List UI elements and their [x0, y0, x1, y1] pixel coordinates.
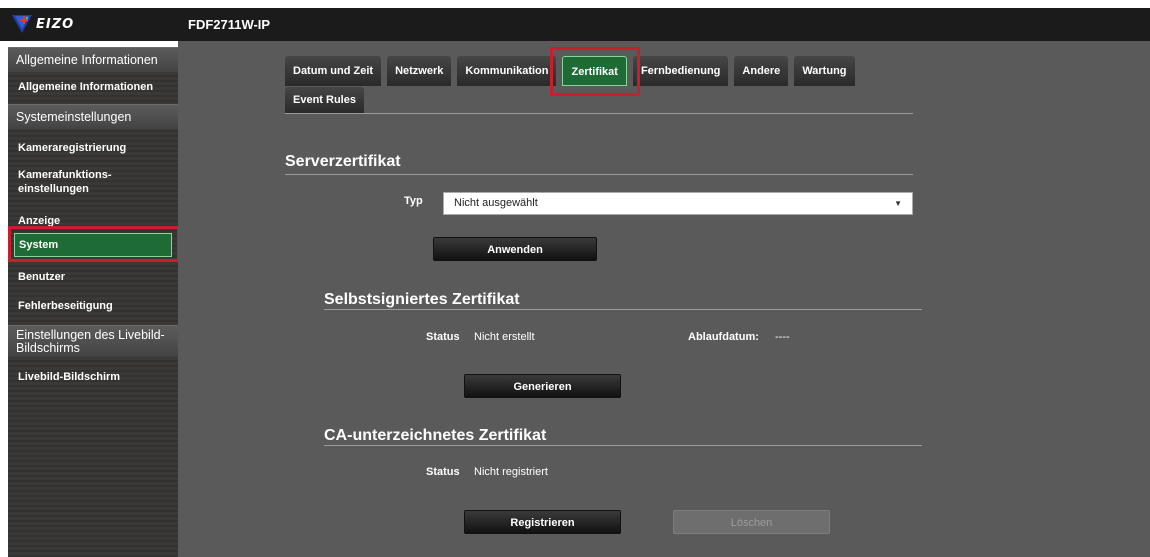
- sidebar-item-camera-function-settings[interactable]: Kamerafunktions- einstellungen: [8, 169, 112, 195]
- ca-status-value: Nicht registriert: [474, 466, 548, 478]
- eizo-logo: EIZO: [12, 11, 74, 38]
- server-cert-title: Serverzertifikat: [285, 153, 401, 170]
- sidebar-section-general-info[interactable]: Allgemeine Informationen: [8, 47, 186, 72]
- type-label: Typ: [404, 195, 423, 207]
- logo-text: EIZO: [36, 17, 75, 32]
- tab-date-time[interactable]: Datum und Zeit: [285, 56, 382, 86]
- tab-event-rules[interactable]: Event Rules: [285, 87, 364, 113]
- server-cert-divider: [285, 174, 913, 175]
- sidebar-item-camera-function-line2: einstellungen: [18, 183, 89, 195]
- apply-button[interactable]: Anwenden: [433, 237, 597, 261]
- register-button[interactable]: Registrieren: [464, 510, 621, 534]
- self-signed-divider: [324, 309, 922, 310]
- ca-signed-divider: [324, 445, 922, 446]
- main-panel: Datum und Zeit Netzwerk Kommunikation Ze…: [178, 41, 1150, 557]
- sidebar-section-live-view-line2: Bildschirms: [16, 341, 80, 355]
- sidebar-item-general-info[interactable]: Allgemeine Informationen: [8, 81, 153, 93]
- sidebar-item-live-view-screen[interactable]: Livebild-Bildschirm: [8, 371, 120, 383]
- type-select[interactable]: Nicht ausgewählt ▼: [443, 192, 913, 215]
- sidebar-item-users[interactable]: Benutzer: [8, 271, 65, 283]
- generate-button[interactable]: Generieren: [464, 374, 621, 398]
- eizo-logo-icon: [12, 14, 32, 35]
- sidebar-item-troubleshooting[interactable]: Fehlerbeseitigung: [8, 300, 113, 312]
- expiry-label: Ablaufdatum:: [688, 331, 759, 343]
- sidebar: Allgemeine Informationen Allgemeine Info…: [8, 47, 186, 557]
- sidebar-item-camera-function-line1: Kamerafunktions-: [18, 169, 112, 181]
- expiry-value: ----: [775, 331, 790, 343]
- delete-button[interactable]: Löschen: [673, 510, 830, 534]
- type-select-value: Nicht ausgewählt: [454, 197, 538, 209]
- tab-other[interactable]: Andere: [734, 56, 789, 86]
- chevron-down-icon: ▼: [894, 199, 902, 208]
- tab-maintenance[interactable]: Wartung: [794, 56, 855, 86]
- ca-status-label: Status: [426, 466, 460, 478]
- tab-communication[interactable]: Kommunikation: [457, 56, 557, 86]
- sidebar-section-live-view-settings[interactable]: Einstellungen des Livebild- Bildschirms: [8, 325, 178, 357]
- ca-signed-title: CA-unterzeichnetes Zertifikat: [324, 427, 547, 444]
- product-name: FDF2711W-IP: [188, 17, 271, 32]
- tab-remote-control[interactable]: Fernbedienung: [632, 56, 729, 86]
- top-bar: EIZO FDF2711W-IP: [0, 8, 1150, 41]
- self-signed-status-label: Status: [426, 331, 460, 343]
- self-signed-title: Selbstsigniertes Zertifikat: [324, 291, 520, 308]
- self-signed-status-value: Nicht erstellt: [474, 331, 535, 343]
- tab-bar-row2: Event Rules: [285, 87, 370, 113]
- tab-divider: [285, 113, 913, 114]
- highlight-box-certificate-tab: [550, 47, 640, 96]
- highlight-box-system: [8, 226, 180, 262]
- sidebar-item-camera-registration[interactable]: Kameraregistrierung: [8, 142, 126, 154]
- tab-network[interactable]: Netzwerk: [387, 56, 452, 86]
- sidebar-section-system-settings[interactable]: Systemeinstellungen: [8, 104, 186, 129]
- app-root: EIZO FDF2711W-IP Allgemeine Informatione…: [0, 0, 1150, 557]
